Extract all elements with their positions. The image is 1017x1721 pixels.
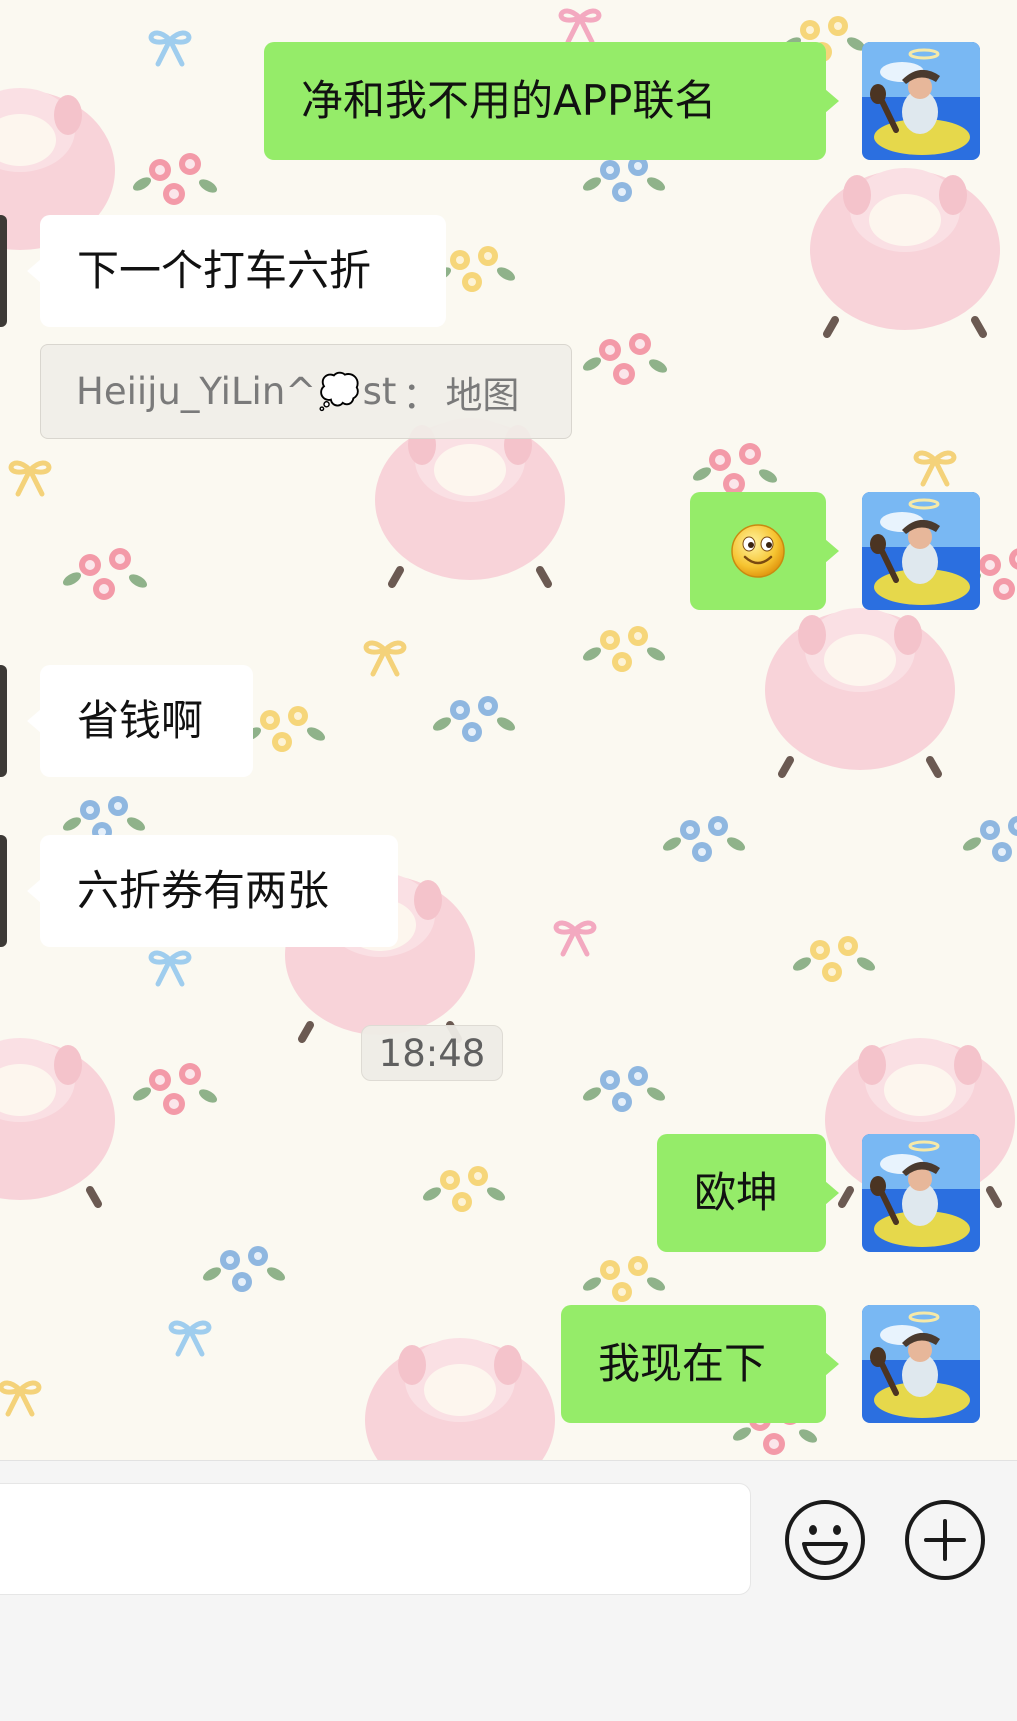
message-bubble-outgoing[interactable]: 欧坤 bbox=[657, 1134, 839, 1252]
message-bubble-incoming[interactable]: 下一个打车六折 bbox=[27, 215, 446, 327]
message-bubble-outgoing[interactable]: 净和我不用的APP联名 bbox=[264, 42, 839, 160]
message-text: 省钱啊 bbox=[77, 696, 204, 745]
message-bubble-incoming[interactable]: 六折券有两张 bbox=[27, 835, 398, 947]
plus-circle-icon[interactable] bbox=[904, 1499, 986, 1581]
quote-separator: ： bbox=[402, 373, 440, 417]
my-avatar[interactable] bbox=[862, 492, 980, 610]
left-avatar-edge bbox=[0, 835, 7, 947]
left-avatar-edge bbox=[0, 665, 7, 777]
message-input[interactable] bbox=[0, 1483, 751, 1595]
chat-screen: 净和我不用的APP联名 下一个打车六折 Heiiju_YiLin^ 💭 st：地图 bbox=[0, 0, 1017, 1721]
my-avatar[interactable] bbox=[862, 1305, 980, 1423]
smile-emoji-icon bbox=[731, 524, 785, 578]
my-avatar[interactable] bbox=[862, 42, 980, 160]
message-text: 六折券有两张 bbox=[77, 866, 330, 915]
message-text: 欧坤 bbox=[694, 1168, 779, 1217]
left-avatar-edge bbox=[0, 215, 7, 327]
message-text: 净和我不用的APP联名 bbox=[301, 76, 717, 125]
quote-name: Heiiju_YiLin^ bbox=[76, 370, 317, 413]
message-timestamp: 18:48 bbox=[361, 1025, 503, 1081]
message-bubble-incoming[interactable]: 省钱啊 bbox=[27, 665, 253, 777]
quote-name-suffix: st bbox=[362, 370, 397, 413]
message-bubble-outgoing[interactable]: 我现在下 bbox=[561, 1305, 839, 1423]
thought-bubble-emoji: 💭 bbox=[318, 371, 361, 412]
quote-content: 地图 bbox=[445, 373, 520, 417]
message-bubble-outgoing[interactable] bbox=[690, 492, 839, 610]
chat-input-bar bbox=[0, 1460, 1017, 1721]
quoted-message[interactable]: Heiiju_YiLin^ 💭 st：地图 bbox=[40, 344, 572, 439]
message-text: 下一个打车六折 bbox=[77, 246, 372, 295]
my-avatar[interactable] bbox=[862, 1134, 980, 1252]
message-text: 我现在下 bbox=[598, 1339, 767, 1388]
smiley-face-icon[interactable] bbox=[784, 1499, 866, 1581]
